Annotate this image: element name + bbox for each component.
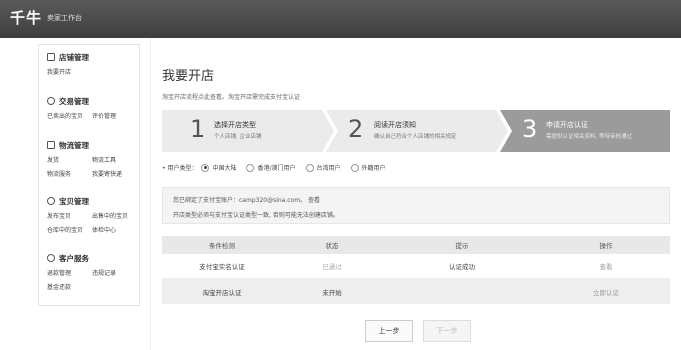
radio-unchecked-icon[interactable] (246, 163, 255, 172)
sidebar: 店铺管理 我要开店 交易管理 已卖出的宝贝 评价管理 物流管理 发货 物流工具 … (38, 44, 140, 306)
sidebar-item-open-store[interactable]: 我要开店 (47, 67, 92, 76)
header-action: 操作 (599, 242, 613, 250)
verify-now-link[interactable]: 立即认证 (542, 279, 670, 304)
alipay-type-warning: 开店类型必须与支付宝认证类型一致, 否则可能无法创建店铺。 (173, 212, 339, 219)
radio-mainland[interactable]: 中国大陆 (201, 163, 236, 172)
row-condition: 支付宝实名认证 (199, 263, 245, 271)
step-number: 1 (190, 115, 206, 143)
top-bar: 千牛 卖家工作台 (0, 0, 681, 38)
goods-icon (47, 197, 55, 205)
sidebar-item-reviews[interactable]: 评价管理 (92, 111, 137, 120)
sidebar-section-title: 客户服务 (59, 253, 89, 263)
step-1: 1 选择开店类型 个人店铺, 企业店铺 (162, 110, 322, 152)
sidebar-section-service: 客户服务 退款管理 违规记录 基金还款 (47, 252, 141, 291)
open-store-hint[interactable]: 淘宝开店流程点此查看。淘宝开店需完成支付宝认证 (162, 92, 300, 101)
radio-foreign[interactable]: 外籍用户 (350, 163, 386, 172)
alipay-notice-box: 您已绑定了支付宝账户：camp320@sina.com。 查看 开店类型必须与支… (162, 187, 670, 224)
header-condition: 条件检测 (209, 242, 235, 250)
page-title: 我要开店 (162, 69, 215, 84)
sidebar-item-logistics-tools[interactable]: 物流工具 (92, 155, 137, 164)
row-tip (382, 279, 542, 304)
table-row: 支付宝实名认证 已通过 认证成功 查看 (162, 254, 670, 279)
sidebar-section-title: 物流管理 (59, 140, 89, 150)
view-link[interactable]: 查看 (542, 254, 670, 278)
step-number: 2 (348, 115, 364, 143)
step-progress: 1 选择开店类型 个人店铺, 企业店铺 2 阅读开店须知 确认自己符合个人店铺的… (162, 110, 670, 152)
step-desc: 确认自己符合个人店铺的相关规定 (374, 134, 457, 140)
prev-step-button[interactable]: 上一步 (365, 320, 413, 342)
radio-unchecked-icon[interactable] (350, 163, 359, 172)
sidebar-item-publish-goods[interactable]: 发布宝贝 (47, 211, 92, 220)
sidebar-section-title: 店铺管理 (59, 52, 89, 62)
sidebar-section-title: 交易管理 (59, 96, 89, 106)
sidebar-section-title: 宝贝管理 (59, 196, 89, 206)
sidebar-section-logistics: 物流管理 发货 物流工具 物流服务 我要寄快递 (47, 139, 141, 178)
row-status: 未开始 (322, 288, 342, 297)
next-step-button[interactable]: 下一步 (423, 320, 471, 342)
condition-table: 条件检测 状态 提示 操作 支付宝实名认证 已通过 认证成功 查看 淘宝开店认证… (162, 236, 670, 304)
radio-hk-macau[interactable]: 香港/澳门用户 (246, 163, 296, 172)
header-status: 状态 (325, 242, 339, 250)
sidebar-item-violations[interactable]: 违规记录 (92, 268, 137, 277)
app-logo[interactable]: 千牛 (10, 7, 42, 28)
user-type-label: • 用户类型： (162, 165, 198, 172)
sidebar-item-fund-repayment[interactable]: 基金还款 (47, 282, 92, 291)
sidebar-item-logistics-service[interactable]: 物流服务 (47, 169, 92, 178)
step-2: 2 阅读开店须知 确认自己符合个人店铺的相关规定 (326, 110, 496, 152)
step-desc: 个人店铺, 企业店铺 (214, 134, 262, 140)
logistics-icon (47, 141, 55, 149)
header-tip: 提示 (455, 242, 469, 250)
table-header: 条件检测 状态 提示 操作 (162, 236, 670, 254)
row-status: 已通过 (322, 263, 342, 271)
sidebar-item-ship[interactable]: 发货 (47, 155, 92, 164)
step-desc: 需提供认证相关资料, 等待审核通过 (546, 134, 632, 140)
trade-icon (47, 97, 55, 105)
row-condition: 淘宝开店认证 (202, 288, 242, 297)
step-title: 阅读开店须知 (374, 121, 416, 129)
store-icon (47, 53, 55, 61)
main-divider (150, 38, 151, 350)
alipay-bound-account[interactable]: 您已绑定了支付宝账户：camp320@sina.com。 查看 (173, 195, 320, 204)
sidebar-section-store: 店铺管理 我要开店 (47, 51, 141, 76)
sidebar-item-goods-in-warehouse[interactable]: 仓库中的宝贝 (47, 225, 92, 234)
step-number: 3 (522, 115, 538, 143)
sidebar-section-goods: 宝贝管理 发布宝贝 出售中的宝贝 仓库中的宝贝 体检中心 (47, 195, 141, 234)
table-row: 淘宝开店认证 未开始 立即认证 (162, 279, 670, 304)
sidebar-item-check-center[interactable]: 体检中心 (92, 225, 137, 234)
sidebar-item-sold-goods[interactable]: 已卖出的宝贝 (47, 111, 92, 120)
sidebar-section-trade: 交易管理 已卖出的宝贝 评价管理 (47, 95, 141, 120)
app-subtitle: 卖家工作台 (47, 14, 82, 22)
step-title: 申请开店认证 (546, 121, 588, 129)
sidebar-item-goods-on-sale[interactable]: 出售中的宝贝 (92, 211, 137, 220)
sidebar-item-refunds[interactable]: 退款管理 (47, 268, 92, 277)
user-type-radio-group: • 用户类型： 中国大陆 香港/澳门用户 台湾用户 外籍用户 (162, 163, 396, 172)
step-title: 选择开店类型 (214, 121, 256, 129)
row-tip: 认证成功 (449, 263, 475, 271)
radio-checked-icon[interactable] (201, 163, 210, 172)
sidebar-item-send-express[interactable]: 我要寄快递 (92, 169, 137, 178)
service-icon (47, 254, 55, 262)
radio-taiwan[interactable]: 台湾用户 (305, 163, 341, 172)
step-3: 3 申请开店认证 需提供认证相关资料, 等待审核通过 (500, 110, 670, 152)
radio-unchecked-icon[interactable] (305, 163, 314, 172)
